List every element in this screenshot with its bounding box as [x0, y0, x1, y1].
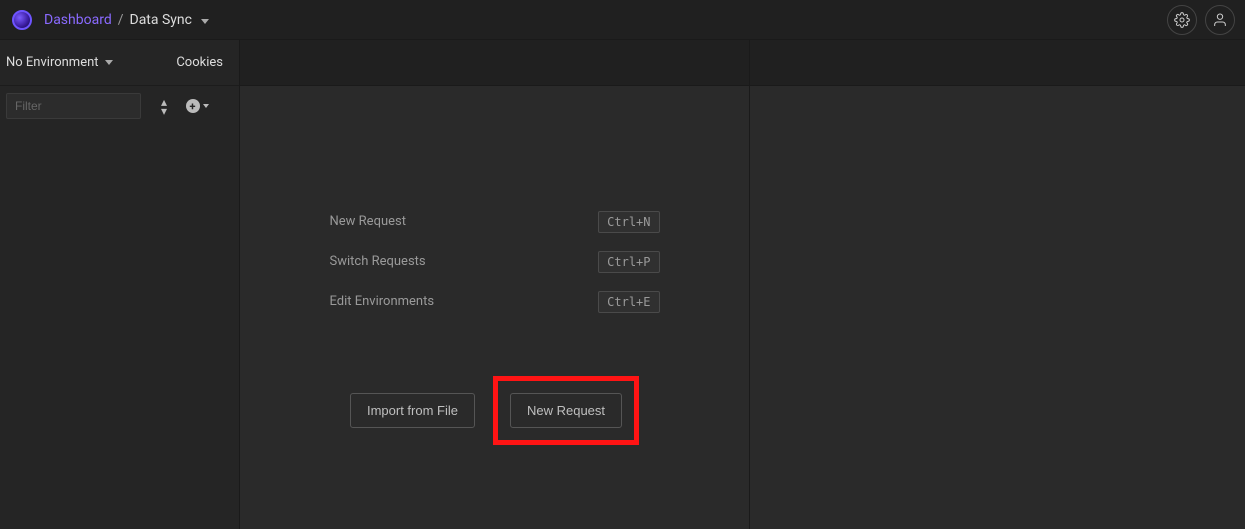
sort-button[interactable]: ▴▾: [151, 94, 175, 118]
app-logo: [10, 8, 34, 32]
breadcrumb: Dashboard / Data Sync: [44, 12, 209, 28]
response-pane: [750, 40, 1245, 529]
workspace: No Environment Cookies ▴▾ +: [0, 40, 1245, 529]
shortcut-label: Switch Requests: [330, 254, 599, 269]
app-header: Dashboard / Data Sync: [0, 0, 1245, 40]
request-tabbar: [240, 40, 749, 86]
shortcut-keys: Ctrl+E: [598, 291, 659, 313]
plus-icon: +: [186, 99, 200, 113]
empty-state-actions: Import from File New Request: [350, 376, 639, 445]
shortcut-label: New Request: [330, 214, 599, 229]
account-button[interactable]: [1205, 5, 1235, 35]
empty-state: New Request Ctrl+N Switch Requests Ctrl+…: [240, 86, 749, 529]
response-tabbar: [750, 40, 1245, 86]
shortcut-keys: Ctrl+N: [598, 211, 659, 233]
sidebar-tools: ▴▾ +: [0, 86, 239, 126]
environment-label: No Environment: [6, 55, 99, 70]
user-icon: [1212, 12, 1228, 28]
shortcut-label: Edit Environments: [330, 294, 599, 309]
logo-icon: [12, 10, 32, 30]
shortcut-keys: Ctrl+P: [598, 251, 659, 273]
shortcut-row: Edit Environments Ctrl+E: [330, 291, 660, 313]
request-pane: New Request Ctrl+N Switch Requests Ctrl+…: [240, 40, 750, 529]
chevron-down-icon: [203, 104, 209, 108]
breadcrumb-current-label: Data Sync: [130, 12, 192, 28]
gear-icon: [1174, 12, 1190, 28]
shortcut-list: New Request Ctrl+N Switch Requests Ctrl+…: [330, 211, 660, 331]
sort-icon: ▴▾: [161, 96, 165, 117]
breadcrumb-root[interactable]: Dashboard: [44, 12, 112, 28]
filter-input[interactable]: [6, 93, 141, 119]
settings-button[interactable]: [1167, 5, 1197, 35]
environment-selector[interactable]: No Environment: [6, 55, 119, 70]
sidebar-top-row: No Environment Cookies: [0, 40, 239, 86]
cookies-button[interactable]: Cookies: [164, 55, 235, 70]
sidebar: No Environment Cookies ▴▾ +: [0, 40, 240, 529]
highlight-annotation: New Request: [493, 376, 639, 445]
shortcut-row: New Request Ctrl+N: [330, 211, 660, 233]
breadcrumb-separator: /: [118, 12, 124, 28]
add-button[interactable]: +: [185, 94, 209, 118]
chevron-down-icon: [105, 60, 113, 65]
import-from-file-button[interactable]: Import from File: [350, 393, 475, 428]
chevron-down-icon: [201, 19, 209, 24]
breadcrumb-current[interactable]: Data Sync: [130, 12, 210, 28]
new-request-button[interactable]: New Request: [510, 393, 622, 428]
shortcut-row: Switch Requests Ctrl+P: [330, 251, 660, 273]
